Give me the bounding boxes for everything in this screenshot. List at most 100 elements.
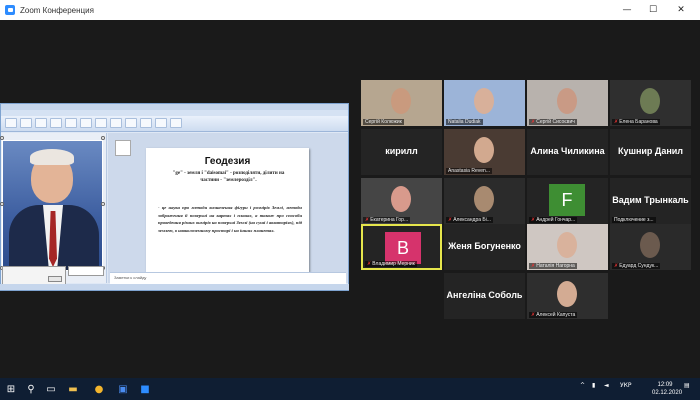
participant-name: Подключение з... xyxy=(614,217,654,223)
participant-tile[interactable]: Anastasia Reven... xyxy=(444,129,525,175)
slide: Геодезия "ge" - земля і "daisomai" - роз… xyxy=(146,148,309,272)
participant-display-name: Кушнир Данил xyxy=(617,146,684,156)
participant-face xyxy=(391,186,411,212)
resize-handle[interactable] xyxy=(0,202,4,206)
participant-name-label: ✗Сергій Сисоєвич xyxy=(529,119,577,125)
participant-name: Екатерина Гор... xyxy=(370,217,409,223)
zoom-icon[interactable]: ■ xyxy=(138,382,152,396)
lecturer-photo xyxy=(2,140,103,271)
participant-tile[interactable]: Алина Чиликина xyxy=(527,129,608,175)
participant-tile[interactable]: ✗Елена Баранова xyxy=(610,80,691,126)
slide-bullet: - xyxy=(158,205,160,210)
ribbon-button xyxy=(155,118,167,128)
slide-title: Геодезия xyxy=(204,156,251,167)
task-view-icon[interactable]: ▭ xyxy=(44,382,58,396)
participant-name: Елена Баранова xyxy=(619,119,658,125)
participant-name-label: ✗Александра Бі... xyxy=(446,217,493,223)
participant-face xyxy=(640,88,660,114)
participant-tile[interactable]: ✗Алексей Капуста xyxy=(527,273,608,319)
slide-notes[interactable]: Заметки к слайду xyxy=(110,272,346,284)
participant-tile[interactable]: Кушнир Данил xyxy=(610,129,691,175)
participant-tile[interactable]: Natalia Dudiak xyxy=(444,80,525,126)
slide-body: - це наука про методи визначення фігури … xyxy=(158,204,302,234)
muted-mic-icon: ✗ xyxy=(531,217,536,223)
participant-name: Anastasia Reven... xyxy=(448,168,490,174)
ribbon-button xyxy=(65,118,77,128)
participant-tile[interactable]: Вадим Трынкаль Подключение з... xyxy=(610,178,691,224)
participant-tile[interactable]: Сергій Колюжик xyxy=(361,80,442,126)
ribbon-button xyxy=(95,118,107,128)
clock-time: 12:09 xyxy=(657,382,673,388)
resize-handle[interactable] xyxy=(0,136,4,140)
participant-name: Наталія Нагорна xyxy=(536,263,575,269)
minimize-button[interactable]: — xyxy=(614,0,640,20)
search-icon[interactable]: ⚲ xyxy=(24,382,38,396)
file-explorer-icon[interactable]: ▬ xyxy=(66,382,80,396)
ribbon-button xyxy=(140,118,152,128)
participant-tile[interactable]: ✗Едуард Сундук... xyxy=(610,224,691,270)
participant-tile[interactable]: ✗Екатерина Гор... xyxy=(361,178,442,224)
ribbon-button xyxy=(20,118,32,128)
participant-tile[interactable]: ✗Александра Бі... xyxy=(444,178,525,224)
muted-mic-icon: ✗ xyxy=(448,217,453,223)
participant-face xyxy=(474,137,494,163)
participant-name-label: ✗Едуард Сундук... xyxy=(612,263,661,269)
participant-tile[interactable]: ✗Сергій Сисоєвич xyxy=(527,80,608,126)
participant-display-name: Ангеліна Соболь xyxy=(446,290,523,300)
participant-name: Андрей Гончар... xyxy=(536,217,576,223)
chrome-icon[interactable]: ● xyxy=(92,382,106,396)
dialog-button[interactable] xyxy=(48,276,62,282)
participant-name-label: ✗Андрей Гончар... xyxy=(529,217,578,223)
ribbon-button xyxy=(110,118,122,128)
participant-face xyxy=(557,88,577,114)
word-icon[interactable]: ▣ xyxy=(116,382,130,396)
muted-mic-icon: ✗ xyxy=(367,261,372,267)
slide-subtitle-line1: "ge" - земля і "daisomai" - розподіляти,… xyxy=(172,171,285,176)
participant-tile[interactable]: F ✗Андрей Гончар... xyxy=(527,178,608,224)
volume-icon[interactable]: ◄ xyxy=(604,382,609,389)
muted-mic-icon: ✗ xyxy=(365,217,370,223)
participant-name: Едуард Сундук... xyxy=(619,263,659,269)
windows-icon[interactable]: ⊞ xyxy=(4,382,18,396)
participant-avatar: B xyxy=(385,232,421,264)
slide-subtitle-line2: частини - "землерозділ". xyxy=(200,178,257,183)
participant-name: Сергій Сисоєвич xyxy=(536,119,575,125)
participant-avatar: F xyxy=(549,184,585,216)
participant-tile[interactable]: B ✗Владимир Мерник xyxy=(361,224,442,270)
participant-tile[interactable]: Женя Богуненко xyxy=(444,224,525,270)
resize-handle[interactable] xyxy=(101,136,105,140)
participant-name-label: Natalia Dudiak xyxy=(446,119,483,125)
slide-layout-icon[interactable] xyxy=(115,140,131,156)
close-button[interactable]: ✕ xyxy=(668,0,694,20)
resize-handle[interactable] xyxy=(101,202,105,206)
muted-mic-icon: ✗ xyxy=(614,119,619,125)
ribbon-button xyxy=(80,118,92,128)
network-icon[interactable]: ▮ xyxy=(592,382,595,389)
participant-face xyxy=(557,232,577,258)
slide-body-text: це наука про методи визначення фігури і … xyxy=(158,205,302,233)
clock[interactable]: 12:09 02.12.2020 xyxy=(652,381,683,397)
ppt-thumbnail xyxy=(68,266,104,276)
participant-name-label: ✗Екатерина Гор... xyxy=(363,217,411,223)
participant-face xyxy=(474,186,494,212)
participant-name: Владимир Мерник xyxy=(372,261,415,267)
participant-name: Сергій Колюжик xyxy=(365,119,402,125)
tray-arrow-icon[interactable]: ^ xyxy=(580,382,585,389)
participant-tile[interactable]: ✗Наталія Нагорна xyxy=(527,224,608,270)
window-title: Zoom Конференция xyxy=(20,5,94,15)
ribbon-button xyxy=(50,118,62,128)
participant-name-label: Anastasia Reven... xyxy=(446,168,492,174)
participant-display-name: Женя Богуненко xyxy=(448,241,521,251)
participant-face xyxy=(474,88,494,114)
participant-tile[interactable]: кирилл xyxy=(361,129,442,175)
participant-name-label: ✗Алексей Капуста xyxy=(529,312,578,318)
taskbar: ⊞ ⚲ ▭ ▬ ● ▣ ■ ^ ▮ ◄ УКР 12:09 02.12.2020… xyxy=(0,378,700,400)
notifications-icon[interactable]: ▤ xyxy=(684,382,690,389)
participant-face xyxy=(391,88,411,114)
ribbon-button xyxy=(5,118,17,128)
participant-tile[interactable]: Ангеліна Соболь xyxy=(444,273,525,319)
language-indicator[interactable]: УКР xyxy=(620,382,632,389)
participant-display-name: Алина Чиликина xyxy=(530,146,605,156)
maximize-button[interactable]: ☐ xyxy=(640,0,666,20)
clock-date: 02.12.2020 xyxy=(652,390,683,396)
